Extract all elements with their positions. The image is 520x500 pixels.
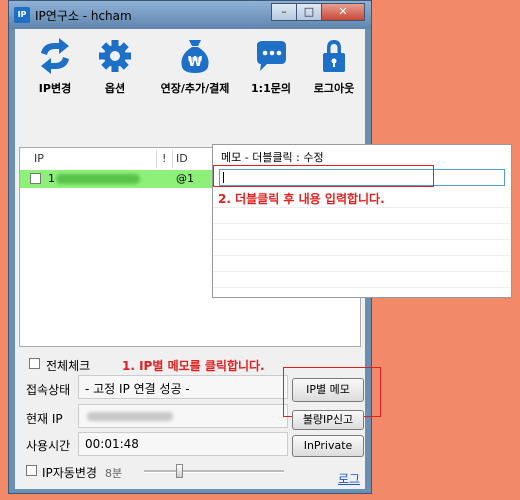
- current-ip-label: 현재 IP: [26, 412, 63, 426]
- app-logo-icon: IP: [14, 7, 30, 23]
- report-bad-ip-button[interactable]: 불량IP신고: [292, 410, 364, 430]
- usage-time-label: 사용시간: [26, 439, 71, 453]
- usage-time-value: 00:01:48: [85, 437, 139, 451]
- close-button[interactable]: ✕: [321, 3, 365, 21]
- money-bag-icon: ₩: [181, 40, 209, 73]
- title-bar[interactable]: IP IP연구소 - hcham – □ ✕: [9, 1, 371, 29]
- column-header-ip[interactable]: IP: [34, 152, 44, 165]
- grid-line: [213, 255, 511, 256]
- toolbar-label: 1:1문의: [251, 82, 291, 95]
- swap-arrows-icon: [41, 38, 69, 74]
- column-header-id[interactable]: ID: [176, 152, 188, 165]
- select-all-label: 전체체크: [46, 359, 91, 373]
- toolbar-extend-pay-button[interactable]: ₩ 연장/추가/결제: [151, 37, 239, 96]
- maximize-button[interactable]: □: [296, 3, 322, 21]
- status-value: - 고정 IP 연결 성공 -: [85, 382, 190, 396]
- auto-ip-change-label: IP자동변경: [42, 466, 97, 480]
- status-label: 접속상태: [26, 383, 71, 397]
- chat-bubble-icon: [257, 41, 286, 71]
- toolbar-options-button[interactable]: 옵션: [79, 37, 151, 96]
- lock-icon: [323, 40, 345, 72]
- column-divider: [172, 150, 173, 168]
- grid-line: [213, 223, 511, 224]
- log-link[interactable]: 로그: [338, 470, 360, 487]
- redacted-ip-mask: [87, 412, 173, 421]
- auto-interval-value: 8분: [105, 467, 123, 480]
- toolbar-label: 연장/추가/결제: [160, 82, 230, 95]
- usage-time-field: 00:01:48: [78, 432, 288, 456]
- grid-line: [213, 271, 511, 272]
- window-title: IP연구소 - hcham: [35, 9, 132, 23]
- annotation-step-1: 1. IP별 메모를 클릭합니다.: [122, 359, 265, 373]
- minimize-button[interactable]: –: [271, 3, 297, 21]
- row-checkbox[interactable]: [30, 173, 41, 184]
- column-header-flag[interactable]: !: [162, 152, 166, 165]
- gear-icon: [99, 40, 131, 72]
- redacted-ip-mask: [56, 174, 140, 184]
- svg-text:₩: ₩: [188, 55, 203, 70]
- toolbar-label: 로그아웃: [313, 82, 355, 95]
- annotation-step-2: 2. 더블클릭 후 내용 입력합니다.: [218, 192, 385, 206]
- grid-line: [213, 239, 511, 240]
- column-divider: [156, 150, 157, 168]
- grid-line: [213, 207, 511, 208]
- memo-popup-header: 메모 - 더블클릭 : 수정: [221, 151, 324, 164]
- toolbar-inquiry-button[interactable]: 1:1문의: [235, 37, 307, 96]
- auto-ip-change-checkbox[interactable]: [26, 465, 37, 476]
- interval-slider-thumb[interactable]: [176, 464, 183, 478]
- toolbar: IP변경 옵션 ₩ 연장/추가/결제 1:1문의 로그아웃: [15, 29, 365, 147]
- status-field: - 고정 IP 연결 성공 -: [78, 375, 288, 399]
- select-all-checkbox[interactable]: [29, 358, 40, 369]
- toolbar-logout-button[interactable]: 로그아웃: [299, 37, 369, 96]
- interval-slider-track[interactable]: [144, 470, 284, 473]
- toolbar-label: 옵션: [104, 82, 126, 95]
- row-ip: 1: [48, 172, 55, 185]
- annotation-box-memo-input: [213, 165, 434, 187]
- inprivate-button[interactable]: InPrivate: [292, 435, 364, 457]
- row-id: @1: [176, 172, 194, 185]
- current-ip-field: [78, 404, 288, 428]
- grid-line: [213, 287, 511, 288]
